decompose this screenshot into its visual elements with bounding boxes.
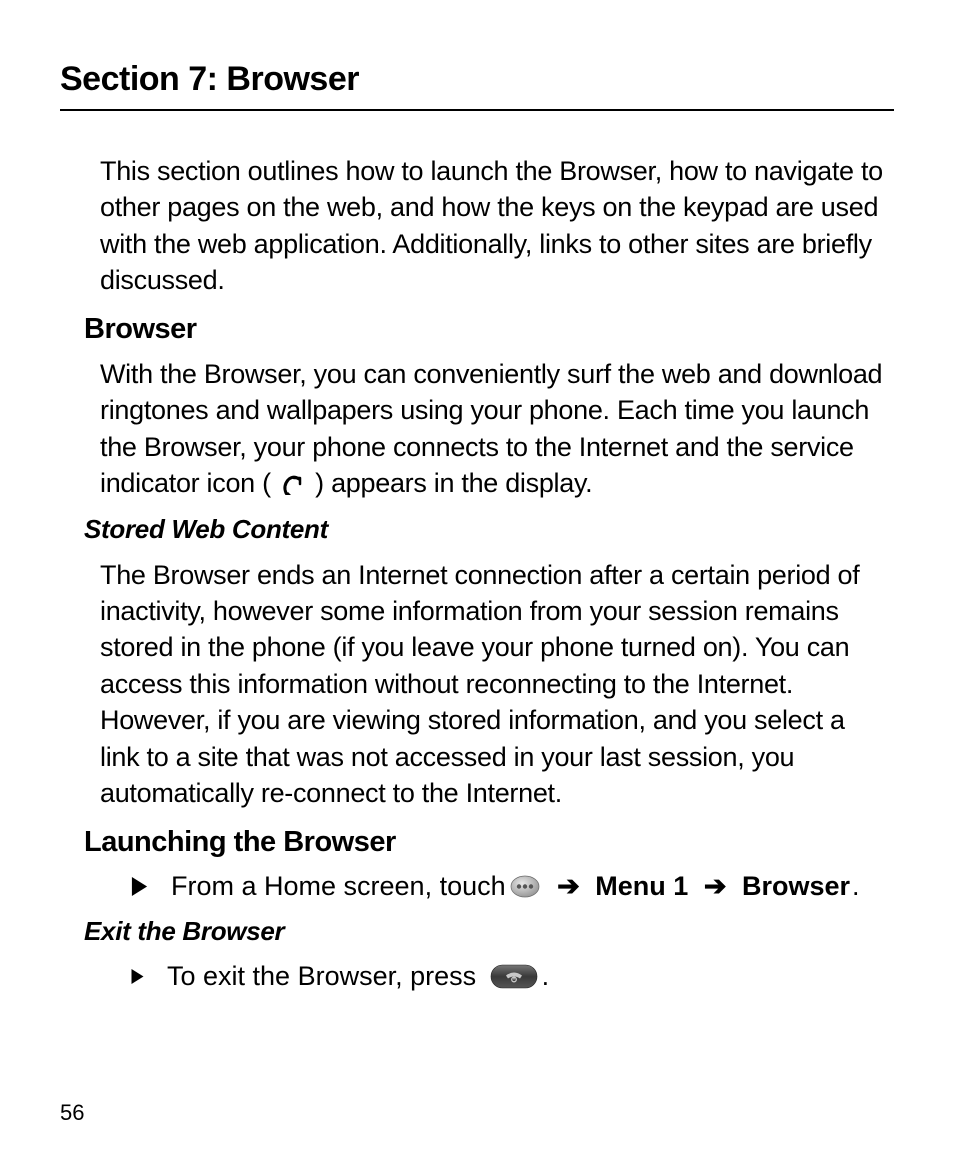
menu1-label: Menu 1 [595,869,688,904]
browser-paragraph: With the Browser, you can conveniently s… [100,356,884,502]
browser-heading: Browser [84,313,894,346]
browser-text-after: ) appears in the display. [308,468,592,498]
stored-web-content-paragraph: The Browser ends an Internet connection … [100,557,884,812]
service-indicator-icon [280,473,306,497]
arrow-icon: ➔ [557,869,580,904]
launching-prefix: From a Home screen, touch [171,869,506,904]
bullet-triangle-icon [130,877,149,896]
page-number: 56 [60,1100,84,1126]
end-key-icon [490,964,538,989]
period: . [542,959,550,994]
section-title: Section 7: Browser [60,60,894,111]
launching-bullet-content: From a Home screen, touch ➔ Menu 1 ➔ [171,869,860,904]
stored-web-content-heading: Stored Web Content [84,514,894,545]
exit-prefix: To exit the Browser, press [167,959,476,994]
launching-bullet: From a Home screen, touch ➔ Menu 1 ➔ [130,869,894,904]
intro-paragraph: This section outlines how to launch the … [100,153,884,299]
launching-heading: Launching the Browser [84,826,894,859]
arrow-icon: ➔ [704,869,727,904]
exit-bullet: To exit the Browser, press . [130,959,894,994]
browser-label: Browser [742,869,850,904]
touch-key-icon [510,875,540,898]
period: . [852,869,860,904]
exit-heading: Exit the Browser [84,916,894,947]
exit-bullet-content: To exit the Browser, press . [167,959,549,994]
bullet-triangle-icon [130,969,145,984]
